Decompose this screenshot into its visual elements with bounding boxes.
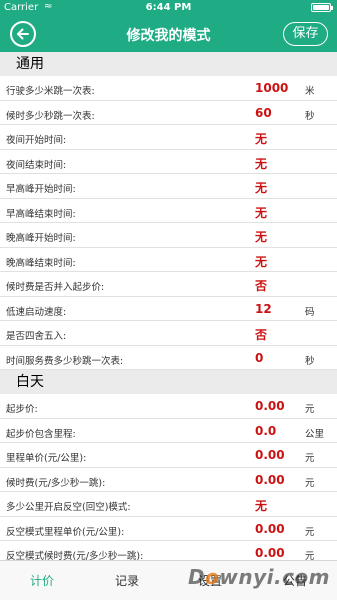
setting-value: 否 [255,328,268,342]
setting-label: 起步价: [6,404,38,415]
setting-unit: 公里 [305,428,325,440]
setting-unit: 元 [305,477,315,489]
setting-value: 无 [255,156,268,171]
setting-value: 0.00 [255,521,285,536]
setting-label: 早高峰结束时间: [6,208,76,220]
setting-unit: 码 [305,306,315,318]
section-header: 通用 [0,52,337,76]
setting-value: 无 [255,205,268,220]
setting-unit: 元 [305,551,315,560]
setting-row[interactable]: 夜间开始时间: 无 [0,125,337,150]
setting-row[interactable]: 晚高峰开始时间: 无 [0,223,337,248]
setting-label: 晚高峰结束时间: [6,257,76,269]
setting-value: 无 [255,230,268,244]
setting-label: 候时费(元/多少秒一跳): [6,477,106,489]
setting-label: 候时费是否并入起步价: [6,282,105,293]
setting-row[interactable]: 行驶多少米跳一次表: 1000 米 [0,76,337,101]
setting-label: 候时多少秒跳一次表: [6,110,95,122]
setting-unit: 秒 [305,355,315,367]
watermark: Downyi.com [188,565,330,589]
setting-row[interactable]: 反空模式候时费(元/多少秒一跳): 0.00 元 [0,541,337,560]
setting-value: 无 [255,181,268,195]
settings-list[interactable]: 通用 行驶多少米跳一次表: 1000 米候时多少秒跳一次表: 60 秒夜间开始时间: 无夜间… [0,52,337,560]
setting-label: 多少公里开启反空(回空)模式: [6,502,131,513]
setting-row[interactable]: 早高峰开始时间: 无 [0,174,337,199]
setting-label: 起步价包含里程: [6,428,76,440]
setting-value: 12 [255,301,272,316]
setting-value: 60 [255,105,272,120]
setting-row[interactable]: 起步价: 0.00 元 [0,394,337,419]
section-header: 白天 [0,370,337,394]
setting-value: 1000 [255,81,289,95]
setting-value: 0.00 [255,472,285,487]
setting-row[interactable]: 低速启动速度: 12 码 [0,297,337,321]
setting-unit: 秒 [305,110,315,122]
setting-unit: 元 [305,526,315,538]
setting-label: 夜间结束时间: [6,159,67,171]
setting-row[interactable]: 是否四舍五入: 否 [0,321,337,346]
setting-value: 0 [255,350,264,365]
setting-value: 无 [255,132,268,146]
setting-label: 反空模式候时费(元/多少秒一跳): [6,551,144,560]
setting-row[interactable]: 早高峰结束时间: 无 [0,199,337,223]
setting-unit: 元 [305,453,315,464]
setting-value: 0.0 [255,423,277,438]
setting-label: 晚高峰开始时间: [6,233,76,244]
setting-label: 时间服务费多少秒跳一次表: [6,355,124,367]
setting-value: 0.00 [255,399,285,413]
setting-label: 早高峰开始时间: [6,184,76,195]
setting-row[interactable]: 时间服务费多少秒跳一次表: 0 秒 [0,346,337,370]
setting-label: 反空模式里程单价(元/公里): [6,526,125,538]
setting-label: 里程单价(元/公里): [6,453,87,464]
tab-item[interactable]: 计价 [30,572,54,589]
setting-row[interactable]: 候时费(元/多少秒一跳): 0.00 元 [0,468,337,492]
setting-row[interactable]: 多少公里开启反空(回空)模式: 无 [0,492,337,517]
battery-icon [311,3,333,12]
setting-row[interactable]: 夜间结束时间: 无 [0,150,337,174]
status-bar: Carrier ≈ 6:44 PM [0,0,337,16]
setting-row[interactable]: 候时多少秒跳一次表: 60 秒 [0,101,337,125]
setting-value: 无 [255,254,268,269]
setting-row[interactable]: 候时费是否并入起步价: 否 [0,272,337,297]
setting-label: 低速启动速度: [6,306,67,318]
setting-row[interactable]: 晚高峰结束时间: 无 [0,248,337,272]
setting-row[interactable]: 反空模式里程单价(元/公里): 0.00 元 [0,517,337,541]
setting-unit: 元 [305,404,315,415]
setting-row[interactable]: 里程单价(元/公里): 0.00 元 [0,443,337,468]
setting-value: 0.00 [255,546,285,560]
setting-label: 夜间开始时间: [6,135,67,146]
setting-value: 否 [255,279,268,293]
status-time: 6:44 PM [145,2,192,13]
setting-row[interactable]: 起步价包含里程: 0.0 公里 [0,419,337,443]
save-button[interactable]: 保存 [283,22,328,46]
setting-label: 是否四舍五入: [6,331,67,342]
tab-item[interactable]: 记录 [115,572,139,589]
nav-bar: 修改我的模式 保存 [0,16,337,52]
setting-value: 0.00 [255,448,285,462]
setting-label: 行驶多少米跳一次表: [6,86,95,97]
setting-value: 无 [255,499,268,513]
setting-unit: 米 [305,86,315,97]
